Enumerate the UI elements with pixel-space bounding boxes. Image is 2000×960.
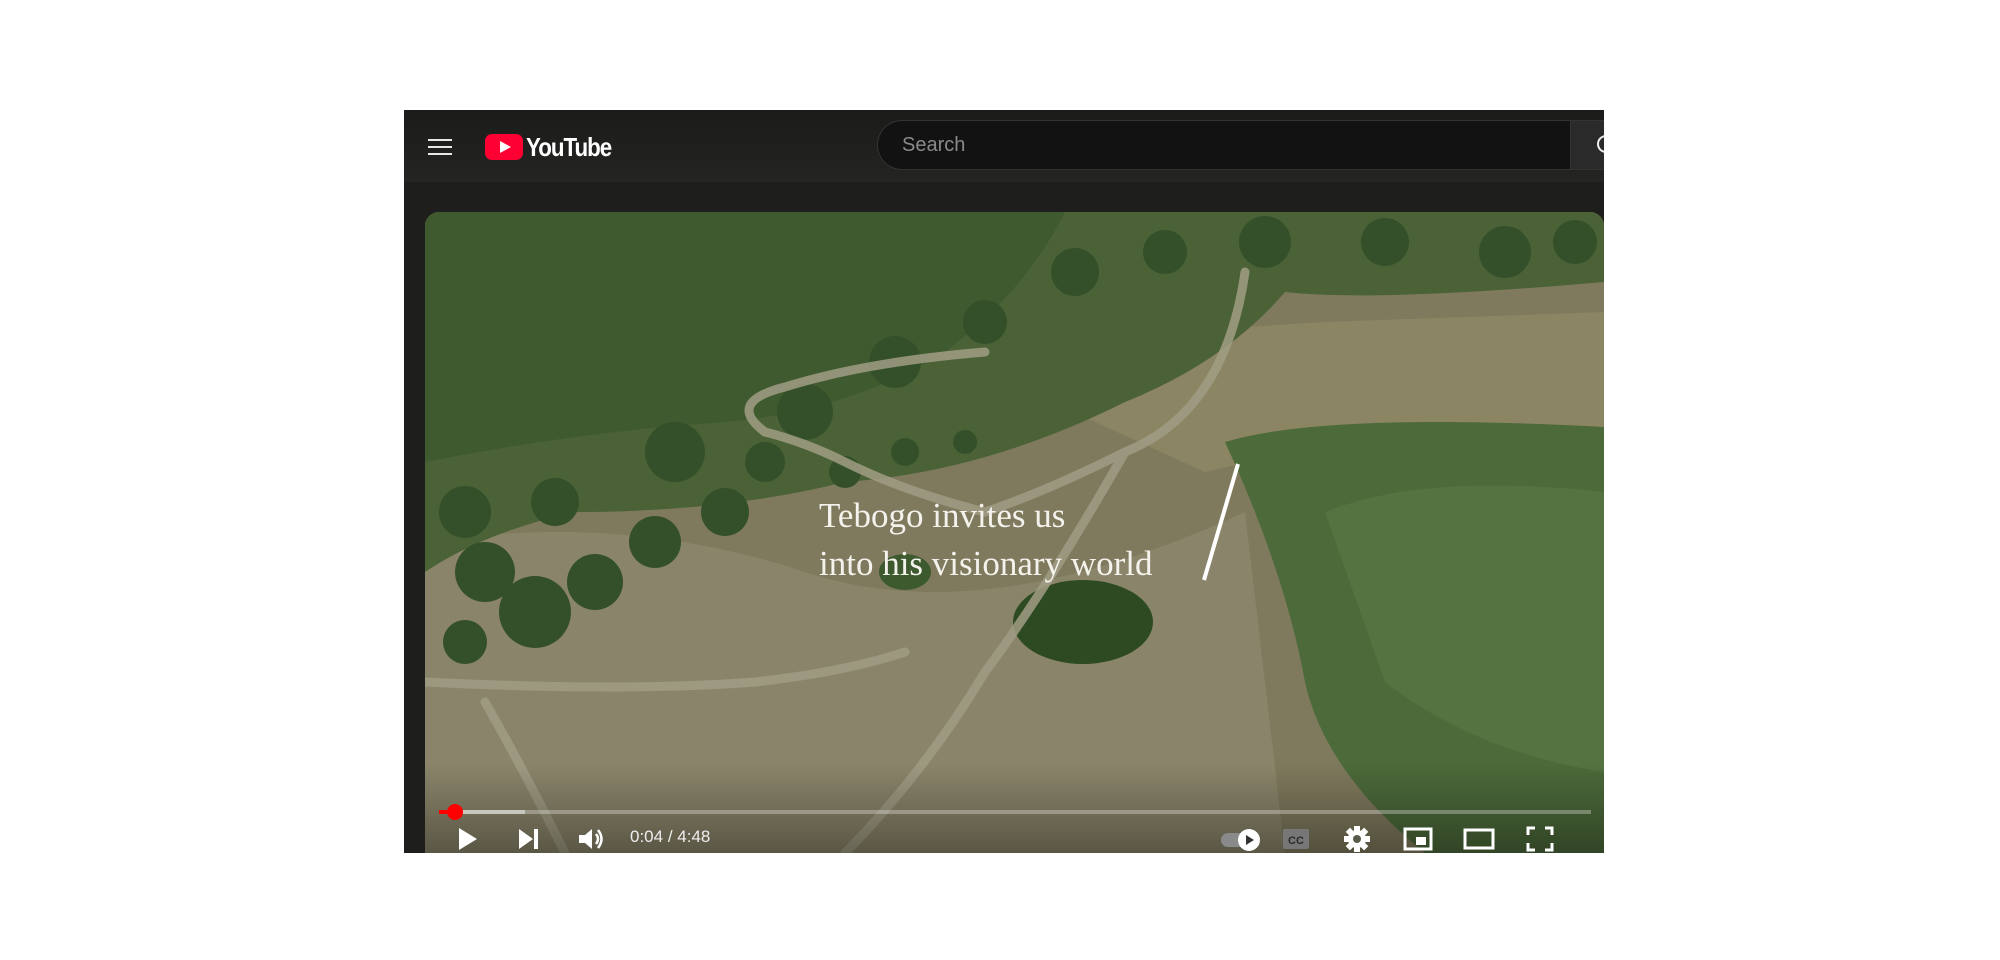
- current-time: 0:04: [630, 827, 664, 846]
- video-player[interactable]: Tebogo invites us into his visionary wor…: [425, 212, 1604, 853]
- volume-icon[interactable]: [576, 824, 606, 853]
- search-input[interactable]: [900, 133, 1544, 158]
- autoplay-toggle-icon[interactable]: [1219, 824, 1265, 853]
- settings-gear-icon[interactable]: [1341, 824, 1373, 853]
- time-display: 0:04 / 4:48: [630, 827, 710, 847]
- youtube-play-logo-icon: [485, 134, 523, 160]
- video-caption-overlay: Tebogo invites us into his visionary wor…: [819, 492, 1152, 588]
- youtube-window: YouTube Search Tebogo invites us into hi…: [404, 110, 1604, 853]
- masthead: YouTube: [404, 110, 1604, 182]
- progress-bar[interactable]: [439, 804, 1591, 820]
- next-icon[interactable]: [516, 824, 542, 853]
- subtitles-cc-icon[interactable]: CC: [1280, 824, 1312, 853]
- caption-line-2: into his visionary world: [819, 544, 1153, 583]
- progress-scrubber[interactable]: [447, 804, 464, 820]
- duration: 4:48: [677, 827, 711, 846]
- hamburger-menu-icon[interactable]: [428, 136, 452, 156]
- theater-mode-icon[interactable]: [1463, 824, 1495, 853]
- time-separator: /: [667, 827, 678, 846]
- caption-line-1: Tebogo invites us: [819, 496, 1066, 535]
- svg-text:CC: CC: [1288, 835, 1304, 847]
- fullscreen-icon[interactable]: [1524, 824, 1556, 853]
- miniplayer-icon[interactable]: [1402, 824, 1434, 853]
- youtube-logo[interactable]: YouTube: [485, 132, 625, 162]
- search-box[interactable]: [877, 120, 1570, 170]
- search-button[interactable]: [1570, 120, 1604, 170]
- search-icon: [1597, 135, 1604, 153]
- logo-text: YouTube: [526, 131, 612, 162]
- play-icon[interactable]: [455, 824, 481, 853]
